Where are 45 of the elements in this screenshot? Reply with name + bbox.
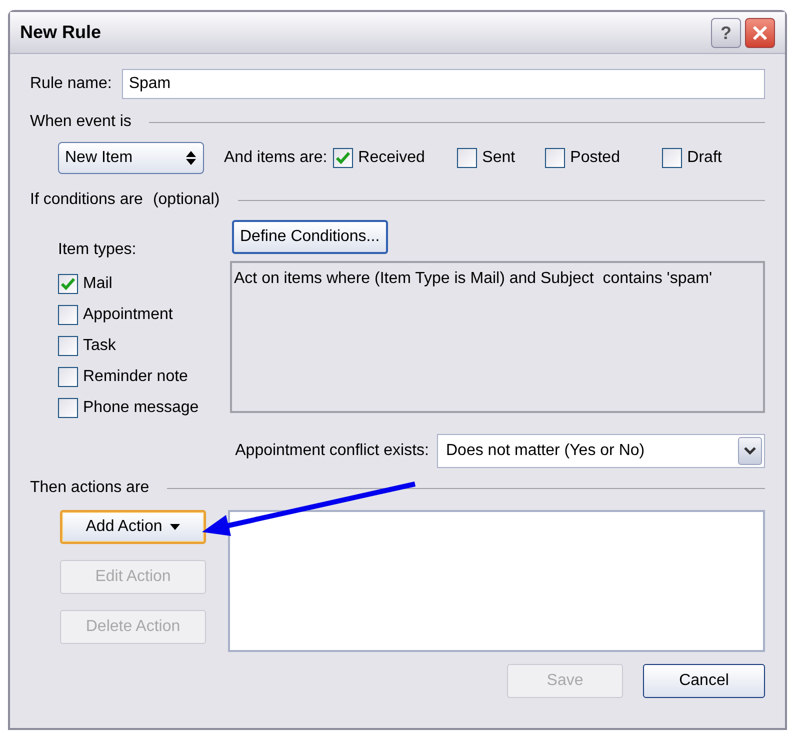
checkbox-label: Mail xyxy=(83,274,112,294)
section-heading: If conditions are xyxy=(30,190,143,210)
dialog-button[interactable]: Cancel xyxy=(643,664,765,698)
close-button[interactable] xyxy=(745,18,775,48)
help-button[interactable]: ? xyxy=(711,18,741,48)
caret-icon xyxy=(170,524,180,530)
checkbox-label: Draft xyxy=(687,148,722,168)
field-label: Item types: xyxy=(58,240,138,260)
section-heading: Then actions are xyxy=(30,478,150,498)
window-title: New Rule xyxy=(20,21,102,44)
checkbox-label: Sent xyxy=(482,148,516,168)
checkbox-label: Appointment xyxy=(83,305,173,325)
checkmark-icon xyxy=(61,278,75,290)
checkbox[interactable] xyxy=(333,148,354,168)
section-heading: When event is xyxy=(30,112,132,132)
conditions-description: Act on items where (Item Type is Mail) and Subject contains 'spam' xyxy=(234,270,712,287)
checkbox[interactable] xyxy=(545,148,566,168)
add-action-button[interactable]: Add Action xyxy=(60,510,206,544)
dropdown-value: New Item xyxy=(65,148,133,168)
checkbox-label: Task xyxy=(83,336,116,356)
field-label: And items are: xyxy=(224,148,328,168)
checkbox-label: Reminder note xyxy=(83,367,188,387)
checkbox-label: Received xyxy=(358,148,425,168)
rule-name-field[interactable]: Spam xyxy=(122,69,765,99)
close-icon xyxy=(752,24,768,40)
checkbox[interactable] xyxy=(58,367,78,387)
checkbox[interactable] xyxy=(58,336,78,356)
checkbox-label: Posted xyxy=(570,148,620,168)
optional-note: (optional) xyxy=(152,190,220,210)
dropdown-value: Does not matter (Yes or No) xyxy=(446,441,645,461)
checkbox-label: Phone message xyxy=(83,398,199,418)
field-label: Rule name: xyxy=(30,74,112,94)
checkmark-icon xyxy=(336,152,350,164)
conflict-dropdown[interactable]: Does not matter (Yes or No) xyxy=(437,434,765,468)
up-down-arrows-icon xyxy=(185,150,197,166)
checkbox[interactable] xyxy=(58,274,78,294)
field-label: Appointment conflict exists: xyxy=(235,441,429,461)
checkbox[interactable] xyxy=(58,305,78,325)
checkbox[interactable] xyxy=(58,398,78,418)
checkbox[interactable] xyxy=(457,148,478,168)
chevron-down-icon xyxy=(744,447,756,455)
event-dropdown[interactable]: New Item xyxy=(58,142,204,174)
checkbox[interactable] xyxy=(662,148,682,168)
dropdown-button[interactable] xyxy=(738,437,762,465)
define-conditions-button[interactable]: Define Conditions... xyxy=(232,220,388,254)
